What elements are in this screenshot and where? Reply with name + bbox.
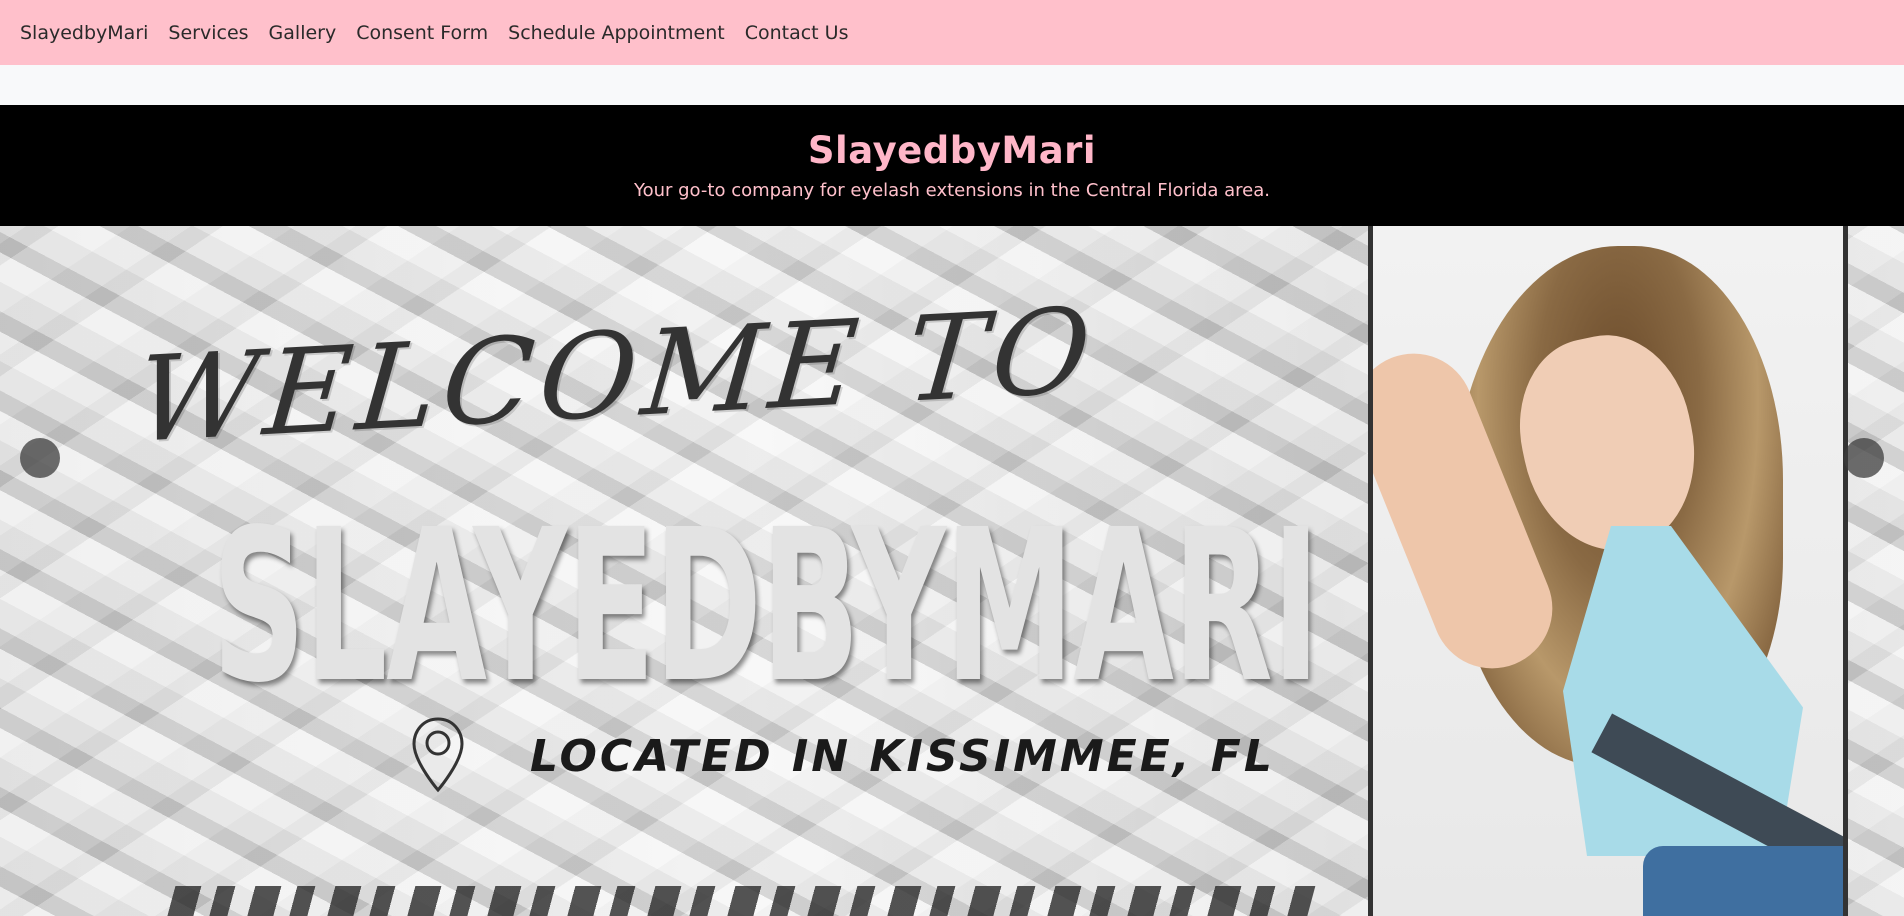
nav-link-schedule-appointment[interactable]: Schedule Appointment bbox=[508, 22, 725, 44]
nav-spacer-strip bbox=[0, 65, 1904, 105]
slide-brand-text: SLAYEDBYMARI bbox=[212, 484, 1320, 729]
nav-link-consent-form[interactable]: Consent Form bbox=[356, 22, 488, 44]
navbar-brand-link[interactable]: SlayedbyMari bbox=[20, 22, 148, 44]
slide-portrait-photo bbox=[1368, 226, 1848, 916]
location-pin-icon bbox=[412, 717, 464, 793]
nav-link-services[interactable]: Services bbox=[168, 22, 248, 44]
page-subtitle: Your go-to company for eyelash extension… bbox=[633, 180, 1270, 201]
top-navbar: SlayedbyMari Services Gallery Consent Fo… bbox=[0, 0, 1904, 65]
page-header: SlayedbyMari Your go-to company for eyel… bbox=[0, 105, 1904, 226]
nav-link-contact-us[interactable]: Contact Us bbox=[745, 22, 849, 44]
slide-bottom-script-text bbox=[164, 886, 1316, 916]
slide-location-text: LOCATED IN KISSIMMEE, FL bbox=[530, 731, 1275, 782]
portrait-jeans bbox=[1643, 846, 1843, 916]
page-title: SlayedbyMari bbox=[807, 129, 1097, 172]
hero-carousel: WELCOME TO SLAYEDBYMARI LOCATED IN KISSI… bbox=[0, 226, 1904, 916]
carousel-prev-button[interactable] bbox=[20, 438, 60, 478]
nav-link-gallery[interactable]: Gallery bbox=[269, 22, 337, 44]
carousel-next-button[interactable] bbox=[1844, 438, 1884, 478]
